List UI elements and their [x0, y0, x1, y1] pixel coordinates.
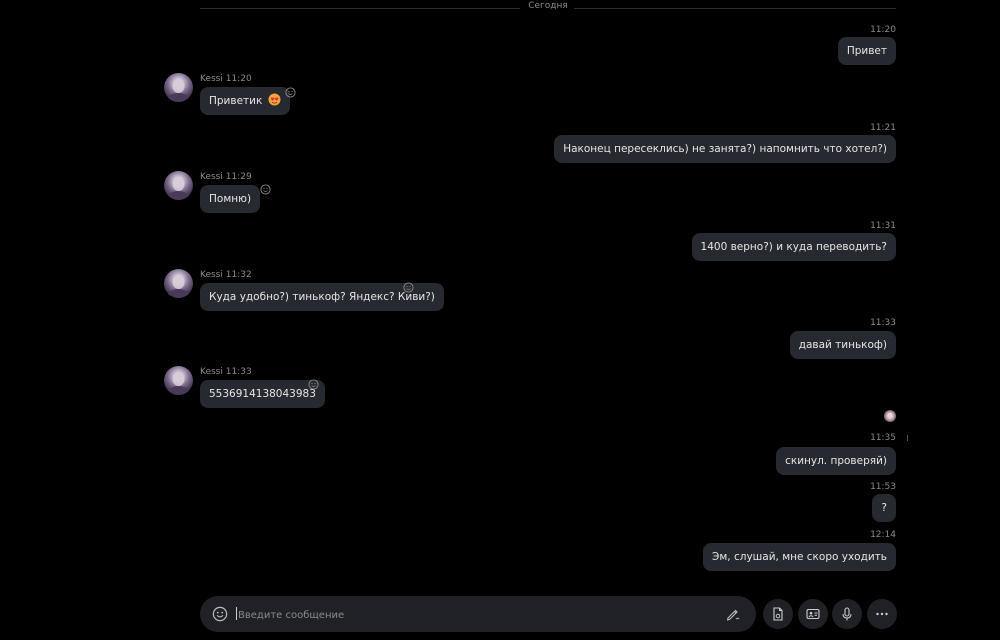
add-reaction-icon[interactable] — [285, 87, 296, 98]
incoming-message[interactable]: 5536914138043983 — [200, 380, 325, 408]
avatar[interactable] — [164, 73, 193, 102]
outgoing-message[interactable]: скинул. проверяй) — [776, 447, 896, 475]
voice-message-button[interactable] — [832, 599, 862, 629]
message-timestamp: 11:31 — [870, 221, 896, 231]
message-timestamp: 11:21 — [870, 123, 896, 133]
share-contact-button[interactable] — [798, 599, 828, 629]
message-composer — [200, 596, 756, 632]
more-icon — [876, 612, 888, 616]
outgoing-message[interactable]: Привет — [837, 37, 896, 65]
incoming-message[interactable]: Помню) — [200, 185, 261, 213]
file-icon — [773, 607, 783, 621]
avatar[interactable] — [164, 366, 193, 395]
message-timestamp: 11:20 — [870, 25, 896, 35]
message-timestamp: 11:33 — [870, 318, 896, 328]
sender-name-time: Kessi 11:33 — [200, 367, 252, 377]
sender-name-time: Kessi 11:29 — [200, 172, 252, 182]
outgoing-message[interactable]: давай тинькоф) — [789, 331, 896, 359]
smile-icon[interactable] — [212, 606, 228, 622]
date-separator: Сегодня — [200, 1, 896, 15]
microphone-icon — [842, 607, 852, 621]
sender-name-time: Kessi 11:32 — [200, 270, 252, 280]
outgoing-message[interactable]: Наконец пересеклись) не занята?) напомни… — [554, 135, 896, 163]
attach-file-button[interactable] — [763, 599, 793, 629]
heart-emoji-icon — [268, 93, 281, 106]
outgoing-message[interactable]: 1400 верно?) и куда переводить? — [691, 233, 896, 261]
message-input[interactable] — [236, 604, 710, 626]
pen-icon[interactable] — [724, 605, 742, 623]
message-text: Приветик — [209, 95, 263, 107]
add-reaction-icon[interactable] — [308, 379, 319, 390]
add-reaction-icon[interactable] — [403, 282, 414, 293]
avatar[interactable] — [164, 269, 193, 298]
more-options-button[interactable] — [867, 599, 897, 629]
scrollbar-marker — [907, 435, 908, 441]
add-reaction-icon[interactable] — [260, 184, 271, 195]
message-timestamp: 11:53 — [870, 482, 896, 492]
message-timestamp: 11:35 — [870, 433, 896, 443]
incoming-message[interactable]: Приветик — [200, 87, 290, 115]
read-receipt-avatar — [884, 410, 896, 422]
sender-name-time: Kessi 11:20 — [200, 74, 252, 84]
text-cursor — [236, 607, 237, 620]
contact-card-icon — [806, 608, 820, 620]
outgoing-message[interactable]: Эм, слушай, мне скоро уходить — [703, 543, 896, 571]
message-timestamp: 12:14 — [870, 530, 896, 540]
avatar[interactable] — [164, 171, 193, 200]
separator-line-right — [574, 8, 896, 9]
outgoing-message[interactable]: ? — [872, 494, 896, 522]
date-separator-label: Сегодня — [528, 1, 568, 11]
